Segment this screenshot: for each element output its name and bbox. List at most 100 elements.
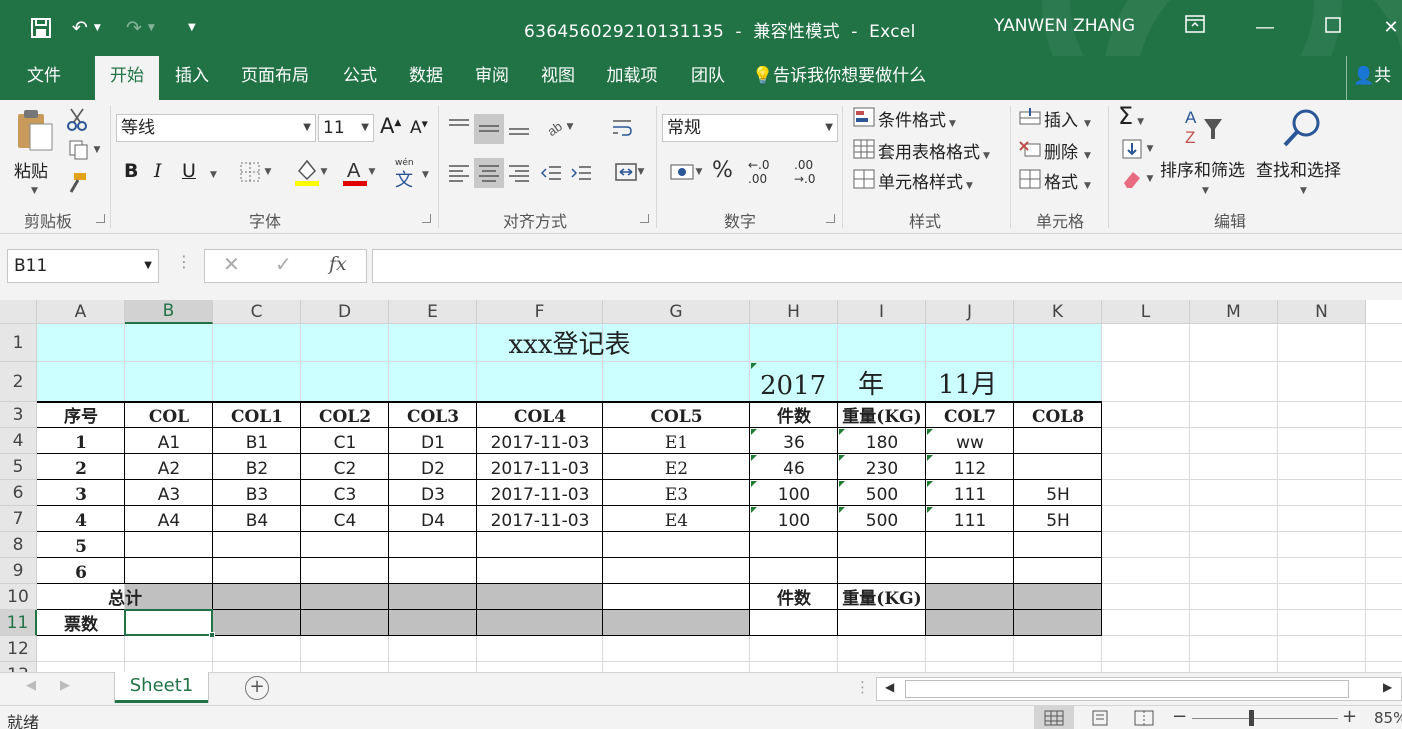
customize-qat-icon[interactable]: ▼: [188, 14, 196, 42]
format-cells-button[interactable]: 格式 ▼: [1044, 168, 1091, 193]
share-button[interactable]: 👤共享: [1346, 56, 1402, 100]
add-sheet-icon[interactable]: +: [245, 676, 269, 700]
clipboard-launcher-icon[interactable]: [96, 214, 105, 223]
page-break-view-icon[interactable]: [1124, 706, 1164, 729]
orientation-icon[interactable]: ab ▼: [538, 114, 580, 140]
font-size-select[interactable]: 11 ▼: [318, 114, 374, 142]
horizontal-scrollbar[interactable]: ◀ ▶: [876, 677, 1402, 701]
scroll-tabs-right-icon[interactable]: ▶: [60, 678, 70, 693]
currency-format-icon[interactable]: ▼: [664, 158, 708, 186]
page-layout-view-icon[interactable]: [1080, 706, 1120, 729]
paste-icon[interactable]: [12, 106, 56, 154]
user-name[interactable]: YANWEN ZHANG: [994, 16, 1135, 36]
italic-button[interactable]: I: [154, 160, 162, 182]
font-color-icon[interactable]: A ▼: [336, 156, 380, 188]
find-select-dropdown-icon[interactable]: ▼: [1300, 186, 1307, 196]
name-box[interactable]: B11 ▼: [7, 249, 159, 283]
decrease-decimal-button[interactable]: .00 →.0: [794, 158, 816, 186]
tab-addins[interactable]: 加载项: [596, 56, 668, 100]
enter-icon[interactable]: ✓: [275, 252, 292, 276]
percent-style-button[interactable]: %: [712, 158, 733, 183]
cancel-icon[interactable]: ✕: [223, 252, 240, 276]
undo-icon[interactable]: ↶ ▼: [72, 14, 101, 42]
scroll-right-icon[interactable]: ▶: [1383, 680, 1392, 694]
svg-text:Z: Z: [1185, 128, 1195, 147]
align-top-icon[interactable]: [446, 114, 472, 140]
conditional-formatting-button[interactable]: 条件格式 ▼: [878, 106, 956, 131]
format-painter-icon[interactable]: [64, 170, 90, 196]
zoom-slider[interactable]: [1192, 718, 1338, 719]
align-center-icon[interactable]: [474, 158, 504, 188]
format-as-table-button[interactable]: 套用表格格式 ▼: [878, 138, 990, 163]
selected-cell[interactable]: [124, 609, 213, 636]
sort-filter-button[interactable]: 排序和筛选: [1160, 156, 1245, 181]
maximize-icon[interactable]: [1318, 14, 1348, 42]
bold-button[interactable]: B: [124, 160, 138, 182]
sort-filter-dropdown-icon[interactable]: ▼: [1202, 186, 1209, 196]
ribbon-display-options-icon[interactable]: [1180, 14, 1210, 42]
tell-me-box[interactable]: 💡告诉我你想要做什么: [752, 56, 952, 100]
cell-grid[interactable]: ABCDEFGHIJKLMN12345678910111213 xxx登记表20…: [0, 300, 1402, 672]
wrap-text-icon[interactable]: [608, 114, 636, 142]
align-bottom-icon[interactable]: [506, 114, 532, 140]
alignment-launcher-icon[interactable]: [640, 214, 649, 223]
zoom-slider-thumb[interactable]: [1249, 710, 1254, 726]
font-launcher-icon[interactable]: [422, 214, 431, 223]
fill-handle[interactable]: [209, 632, 215, 638]
zoom-level[interactable]: 85%: [1374, 709, 1402, 727]
number-launcher-icon[interactable]: [826, 214, 835, 223]
formula-input[interactable]: [372, 249, 1402, 283]
sheet-tab-sheet1[interactable]: Sheet1: [115, 672, 208, 703]
borders-icon[interactable]: ▼: [234, 158, 276, 186]
phonetic-guide-button[interactable]: wén 文: [395, 158, 414, 192]
zoom-in-icon[interactable]: +: [1342, 706, 1357, 727]
align-middle-icon[interactable]: [474, 114, 504, 144]
underline-dropdown-icon[interactable]: ▼: [210, 170, 217, 180]
tab-split-handle-icon[interactable]: ⋮: [855, 678, 870, 696]
align-left-icon[interactable]: [446, 160, 472, 186]
decrease-indent-icon[interactable]: [538, 160, 564, 186]
clear-icon[interactable]: ▼: [1116, 166, 1158, 192]
find-select-button[interactable]: 查找和选择: [1256, 156, 1341, 181]
delete-cells-button[interactable]: 删除 ▼: [1044, 138, 1091, 163]
tab-review[interactable]: 审阅: [462, 56, 522, 100]
tab-file[interactable]: 文件: [12, 56, 76, 100]
tab-home[interactable]: 开始: [95, 56, 159, 100]
save-icon[interactable]: [30, 14, 52, 42]
increase-indent-icon[interactable]: [568, 160, 594, 186]
normal-view-icon[interactable]: [1034, 706, 1074, 729]
phonetic-dropdown-icon[interactable]: ▼: [422, 170, 429, 180]
underline-button[interactable]: U: [182, 160, 196, 182]
minimize-icon[interactable]: ―: [1250, 14, 1280, 42]
tab-data[interactable]: 数据: [396, 56, 456, 100]
tab-formulas[interactable]: 公式: [330, 56, 390, 100]
paste-dropdown-icon[interactable]: ▼: [31, 186, 38, 196]
zoom-out-icon[interactable]: −: [1172, 706, 1187, 727]
horizontal-scroll-thumb[interactable]: [905, 680, 1349, 698]
paste-button[interactable]: 粘贴: [14, 157, 48, 182]
align-right-icon[interactable]: [506, 160, 532, 186]
close-icon[interactable]: ✕: [1376, 14, 1402, 42]
scroll-tabs-left-icon[interactable]: ◀: [26, 678, 36, 693]
number-format-select[interactable]: 常规 ▼: [662, 114, 838, 142]
scroll-left-icon[interactable]: ◀: [885, 680, 894, 694]
tab-team[interactable]: 团队: [678, 56, 738, 100]
cut-icon[interactable]: [64, 106, 90, 132]
tab-view[interactable]: 视图: [528, 56, 588, 100]
grow-font-button[interactable]: A▲: [380, 114, 401, 138]
insert-cells-button[interactable]: 插入 ▼: [1044, 106, 1091, 131]
insert-function-icon[interactable]: fx: [329, 253, 347, 275]
fill-icon[interactable]: ▼: [1116, 136, 1158, 162]
tab-insert[interactable]: 插入: [162, 56, 222, 100]
redo-icon[interactable]: ↷ ▼: [126, 14, 155, 42]
merge-center-icon[interactable]: ▼: [606, 158, 652, 186]
autosum-button[interactable]: Σ ▼: [1118, 102, 1144, 130]
cell-styles-button[interactable]: 单元格样式 ▼: [878, 168, 973, 193]
fill-color-icon[interactable]: ▼: [288, 156, 332, 188]
font-name-select[interactable]: 等线 ▼: [116, 114, 316, 142]
shrink-font-button[interactable]: A▼: [410, 118, 428, 138]
copy-icon[interactable]: ▼: [64, 138, 104, 162]
increase-decimal-button[interactable]: ←.0.00: [748, 158, 770, 186]
resize-handle-icon[interactable]: ⋮: [176, 252, 192, 271]
tab-page-layout[interactable]: 页面布局: [232, 56, 318, 100]
